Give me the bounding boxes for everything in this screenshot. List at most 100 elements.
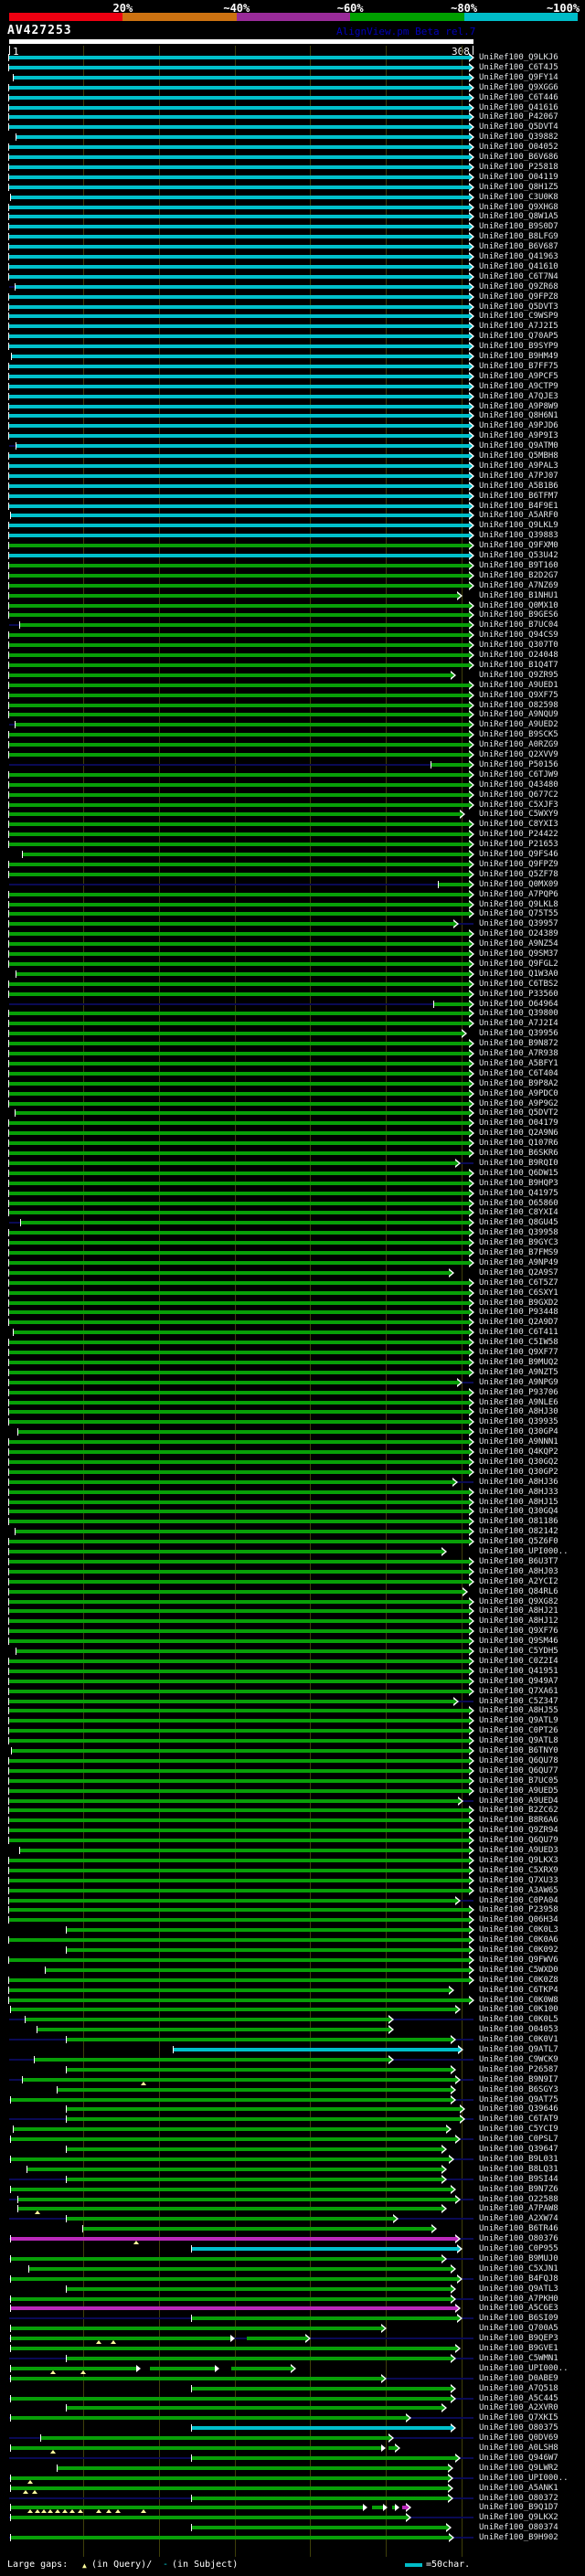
hit-label[interactable]: UniRef100_Q0MX09: [479, 880, 558, 889]
hit-label[interactable]: UniRef100_Q2A9S7: [479, 1268, 558, 1277]
alignment-segment[interactable]: [9, 1052, 470, 1055]
hit-label[interactable]: UniRef100_B6TNY0: [479, 1746, 558, 1755]
hit-label[interactable]: UniRef100_C5XJF3: [479, 800, 558, 810]
alignment-segment[interactable]: [10, 2416, 407, 2421]
hit-label[interactable]: UniRef100_A8HJ33: [479, 1488, 558, 1497]
hit-label[interactable]: UniRef100_A8HJ21: [479, 1606, 558, 1616]
alignment-segment[interactable]: [9, 1818, 470, 1823]
hit-label[interactable]: UniRef100_O80376: [479, 2234, 558, 2243]
alignment-segment[interactable]: [9, 1061, 470, 1065]
hit-label[interactable]: UniRef100_C8YXI4: [479, 1208, 558, 1217]
hit-label[interactable]: UniRef100_Q39958: [479, 1228, 558, 1237]
alignment-segment[interactable]: [12, 1749, 470, 1753]
alignment-segment[interactable]: [9, 1201, 470, 1205]
hit-label[interactable]: UniRef100_O22588: [479, 2195, 558, 2204]
alignment-segment[interactable]: [66, 2217, 395, 2221]
hit-label[interactable]: UniRef100_B9P8A2: [479, 1079, 558, 1088]
alignment-segment[interactable]: [9, 1211, 470, 1215]
hit-label[interactable]: UniRef100_O82142: [479, 1527, 558, 1536]
hit-label[interactable]: UniRef100_C0K0W8: [479, 1996, 558, 2005]
hit-label[interactable]: UniRef100_B9SI44: [479, 2175, 558, 2184]
hit-label[interactable]: UniRef100_A8HJ12: [479, 1617, 558, 1626]
alignment-segment[interactable]: [9, 573, 470, 578]
hit-label[interactable]: UniRef100_Q06H34: [479, 1915, 558, 1924]
hit-label[interactable]: UniRef100_A7J2I4: [479, 1019, 558, 1028]
alignment-segment[interactable]: [9, 56, 470, 59]
alignment-segment[interactable]: [9, 1131, 470, 1136]
alignment-segment[interactable]: [9, 1898, 457, 1903]
alignment-segment[interactable]: [9, 215, 470, 219]
hit-label[interactable]: UniRef100_Q5Z6F0: [479, 1537, 558, 1546]
hit-label[interactable]: UniRef100_Q9XF75: [479, 691, 558, 700]
hit-label[interactable]: UniRef100_Q107R6: [479, 1139, 558, 1148]
alignment-segment[interactable]: [9, 255, 470, 259]
hit-label[interactable]: UniRef100_C9WCK9: [479, 2055, 558, 2064]
hit-label[interactable]: UniRef100_C5WMN1: [479, 2354, 558, 2363]
alignment-segment[interactable]: [9, 185, 470, 189]
hit-label[interactable]: UniRef100_B2ZC62: [479, 1806, 558, 1815]
alignment-segment[interactable]: [9, 1829, 470, 1833]
hit-label[interactable]: UniRef100_C0K0L5: [479, 2015, 558, 2024]
alignment-segment[interactable]: [9, 364, 470, 368]
hit-label[interactable]: UniRef100_A9NP49: [479, 1258, 558, 1267]
hit-label[interactable]: UniRef100_C0K0A6: [479, 1935, 558, 1945]
hit-label[interactable]: UniRef100_Q5DVT3: [479, 302, 558, 312]
alignment-segment[interactable]: [9, 454, 470, 458]
alignment-segment[interactable]: [192, 2247, 458, 2251]
alignment-segment[interactable]: [246, 2337, 307, 2341]
alignment-segment[interactable]: [45, 1967, 470, 1972]
alignment-segment[interactable]: [10, 2446, 382, 2450]
hit-label[interactable]: UniRef100_A9UED1: [479, 681, 558, 690]
alignment-segment[interactable]: [9, 1589, 464, 1594]
hit-label[interactable]: UniRef100_C0K0L3: [479, 1925, 558, 1935]
alignment-segment[interactable]: [9, 1251, 470, 1255]
alignment-segment[interactable]: [9, 125, 470, 130]
alignment-segment[interactable]: [66, 2107, 462, 2112]
alignment-segment[interactable]: [9, 1191, 470, 1195]
hit-label[interactable]: UniRef100_A7PQP6: [479, 890, 558, 899]
alignment-segment[interactable]: [9, 872, 470, 876]
alignment-segment[interactable]: [9, 1012, 470, 1016]
alignment-segment[interactable]: [9, 524, 470, 528]
hit-label[interactable]: UniRef100_C5WXD0: [479, 1966, 558, 1975]
hit-label[interactable]: UniRef100_Q30GP2: [479, 1468, 558, 1477]
alignment-segment[interactable]: [10, 2276, 458, 2281]
hit-label[interactable]: UniRef100_A9NLE6: [479, 1398, 558, 1407]
hit-label[interactable]: UniRef100_B9MUQ2: [479, 1358, 558, 1367]
alignment-segment[interactable]: [9, 753, 470, 757]
hit-label[interactable]: UniRef100_C6TBS2: [479, 980, 558, 989]
hit-label[interactable]: UniRef100_B9N7Z6: [479, 2185, 558, 2194]
alignment-segment[interactable]: [9, 1042, 470, 1046]
alignment-segment[interactable]: [9, 643, 470, 648]
alignment-segment[interactable]: [9, 961, 470, 966]
alignment-segment[interactable]: [9, 1908, 470, 1913]
hit-label[interactable]: UniRef100_Q9FS46: [479, 850, 558, 859]
alignment-segment[interactable]: [9, 483, 470, 488]
alignment-segment[interactable]: [9, 603, 470, 608]
alignment-segment[interactable]: [66, 2067, 452, 2072]
hit-label[interactable]: UniRef100_B9L031: [479, 2155, 558, 2164]
alignment-segment[interactable]: [9, 633, 470, 638]
hit-label[interactable]: UniRef100_C0PA04: [479, 1896, 558, 1905]
hit-label[interactable]: UniRef100_P23958: [479, 1905, 558, 1914]
alignment-segment[interactable]: [9, 384, 470, 388]
alignment-segment[interactable]: [10, 2366, 137, 2370]
alignment-segment[interactable]: [19, 623, 470, 628]
hit-label[interactable]: UniRef100_C0PT26: [479, 1726, 558, 1735]
hit-label[interactable]: UniRef100_B7FF75: [479, 362, 558, 371]
alignment-segment[interactable]: [9, 65, 470, 69]
alignment-segment[interactable]: [9, 493, 470, 498]
alignment-segment[interactable]: [9, 1788, 470, 1793]
hit-label[interactable]: UniRef100_B9SCK5: [479, 730, 558, 739]
alignment-segment[interactable]: [9, 1320, 470, 1325]
alignment-segment[interactable]: [9, 892, 470, 896]
hit-label[interactable]: UniRef100_A7QJE3: [479, 392, 558, 401]
hit-label[interactable]: UniRef100_Q5ZF78: [479, 870, 558, 879]
alignment-segment[interactable]: [16, 135, 470, 140]
alignment-segment[interactable]: [10, 2536, 451, 2540]
hit-label[interactable]: UniRef100_A2XW74: [479, 2214, 558, 2223]
alignment-segment[interactable]: [9, 264, 470, 269]
hit-label[interactable]: UniRef100_Q9LWR2: [479, 2464, 558, 2473]
hit-label[interactable]: UniRef100_B1NHU1: [479, 591, 558, 600]
alignment-segment[interactable]: [66, 2406, 443, 2411]
